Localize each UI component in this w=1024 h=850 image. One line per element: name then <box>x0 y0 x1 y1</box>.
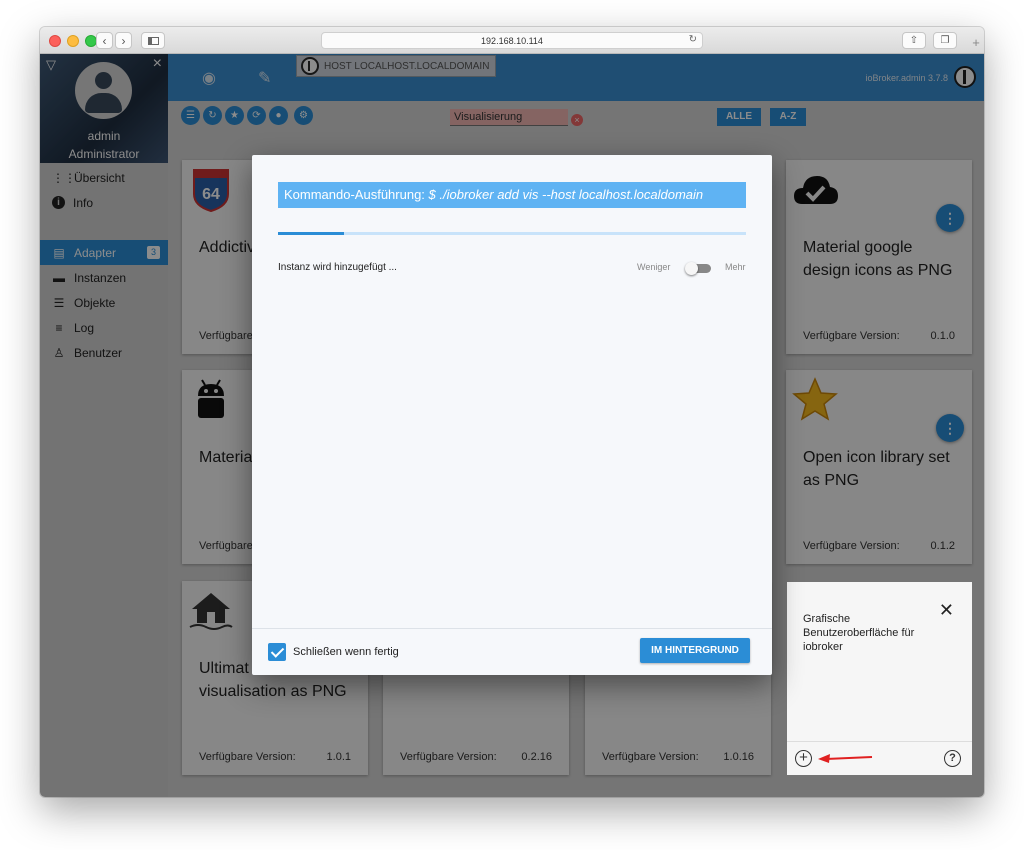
browser-window: ‹ › 192.168.10.114 ↻ ⇧ ❐ + ▽ × admin Adm… <box>40 27 984 797</box>
new-tab-button[interactable]: + <box>968 35 984 53</box>
share-button[interactable]: ⇧ <box>902 32 926 49</box>
adapter-info-footer: + ? <box>787 741 972 775</box>
less-label: Weniger <box>637 262 671 272</box>
page-content: ▽ × admin Administrator ⋮⋮ Übersicht i I… <box>40 54 984 797</box>
share-icon: ⇧ <box>909 35 919 46</box>
adapter-info-card: Grafische Benutzeroberfläche für iobroke… <box>787 582 972 775</box>
chevron-left-icon: ‹ <box>102 33 107 48</box>
progress-fill <box>278 232 344 235</box>
background-button[interactable]: IM HINTERGRUND <box>640 638 750 663</box>
minimize-window-button[interactable] <box>67 35 79 47</box>
dialog-title-prefix: Kommando-Ausführung: <box>284 187 425 202</box>
more-label: Mehr <box>725 262 746 272</box>
chevron-right-icon: › <box>121 33 126 48</box>
url-text: 192.168.10.114 <box>481 35 543 46</box>
address-bar[interactable]: 192.168.10.114 ↻ <box>321 32 703 49</box>
close-window-button[interactable] <box>49 35 61 47</box>
help-icon[interactable]: ? <box>944 750 961 767</box>
sidebar-icon <box>147 36 159 45</box>
command-dialog: Kommando-Ausführung: $ ./iobroker add vi… <box>252 155 772 675</box>
sidebar-toggle-button[interactable] <box>141 32 165 49</box>
dialog-footer: Schließen wenn fertig IM HINTERGRUND <box>252 628 772 675</box>
close-when-done-label: Schließen wenn fertig <box>293 646 399 658</box>
tabs-icon: ❐ <box>940 35 950 46</box>
close-icon[interactable]: ✕ <box>939 600 954 621</box>
back-button[interactable]: ‹ <box>96 32 113 49</box>
close-when-done-checkbox[interactable] <box>268 643 286 661</box>
annotation-arrow-icon <box>818 754 873 763</box>
dialog-title: Kommando-Ausführung: $ ./iobroker add vi… <box>278 182 746 208</box>
forward-button[interactable]: › <box>115 32 132 49</box>
adapter-description: Grafische Benutzeroberfläche für iobroke… <box>803 613 915 653</box>
status-text: Instanz wird hinzugefügt ... <box>278 262 397 273</box>
add-instance-icon[interactable]: + <box>795 750 812 767</box>
browser-titlebar: ‹ › 192.168.10.114 ↻ ⇧ ❐ + <box>40 27 984 54</box>
dialog-command: $ ./iobroker add vis --host localhost.lo… <box>428 187 704 202</box>
reload-icon[interactable]: ↻ <box>689 34 697 45</box>
detail-toggle[interactable] <box>685 262 711 275</box>
tabs-button[interactable]: ❐ <box>933 32 957 49</box>
progress-bar <box>278 232 746 235</box>
